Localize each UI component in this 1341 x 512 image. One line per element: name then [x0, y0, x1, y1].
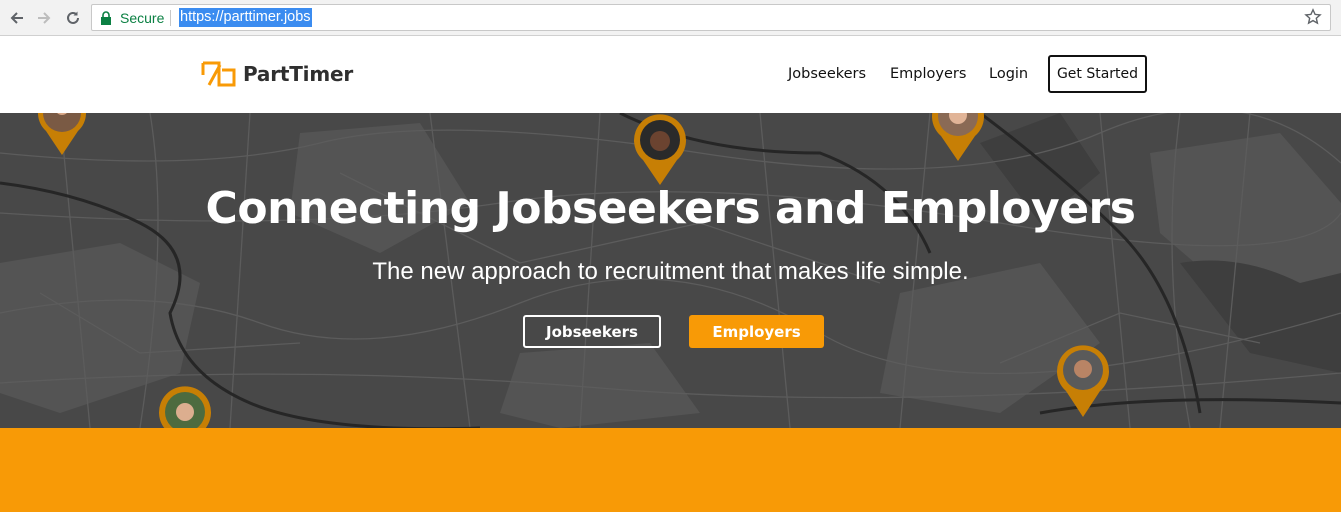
map-pin-avatar — [159, 386, 211, 428]
map-pin-avatar — [1057, 345, 1109, 417]
lock-icon — [100, 11, 112, 30]
map-pin-avatar — [634, 114, 686, 185]
nav-jobseekers-link[interactable]: Jobseekers — [788, 66, 866, 82]
hero-jobseekers-button[interactable]: Jobseekers — [523, 315, 661, 348]
address-bar[interactable]: Secure https://parttimer.jobs — [91, 4, 1331, 31]
hero-title: Connecting Jobseekers and Employers — [205, 183, 1136, 234]
url-text[interactable]: https://parttimer.jobs — [179, 8, 312, 27]
nav-login-link[interactable]: Login — [989, 66, 1028, 82]
nav-employers-link[interactable]: Employers — [890, 66, 966, 82]
site-header: PartTimer Jobseekers Employers Login Get… — [0, 37, 1341, 113]
map-pin-avatar — [38, 113, 86, 155]
omnibox-divider — [170, 10, 171, 26]
logo-text: PartTimer — [243, 62, 354, 86]
logo[interactable]: PartTimer — [201, 60, 353, 88]
logo-mark-icon — [201, 61, 236, 87]
orange-section — [0, 428, 1341, 512]
hero-employers-button[interactable]: Employers — [689, 315, 824, 348]
back-arrow-icon[interactable] — [6, 7, 28, 29]
reload-icon[interactable] — [62, 7, 84, 29]
hero-subtitle: The new approach to recruitment that mak… — [372, 258, 969, 285]
star-icon[interactable] — [1304, 8, 1322, 31]
secure-label: Secure — [120, 10, 165, 26]
map-pin-avatar — [932, 113, 984, 161]
hero-section: Connecting Jobseekers and Employers The … — [0, 113, 1341, 428]
forward-arrow-icon[interactable] — [33, 7, 55, 29]
browser-toolbar: Secure https://parttimer.jobs — [0, 0, 1341, 36]
get-started-button[interactable]: Get Started — [1048, 55, 1147, 93]
